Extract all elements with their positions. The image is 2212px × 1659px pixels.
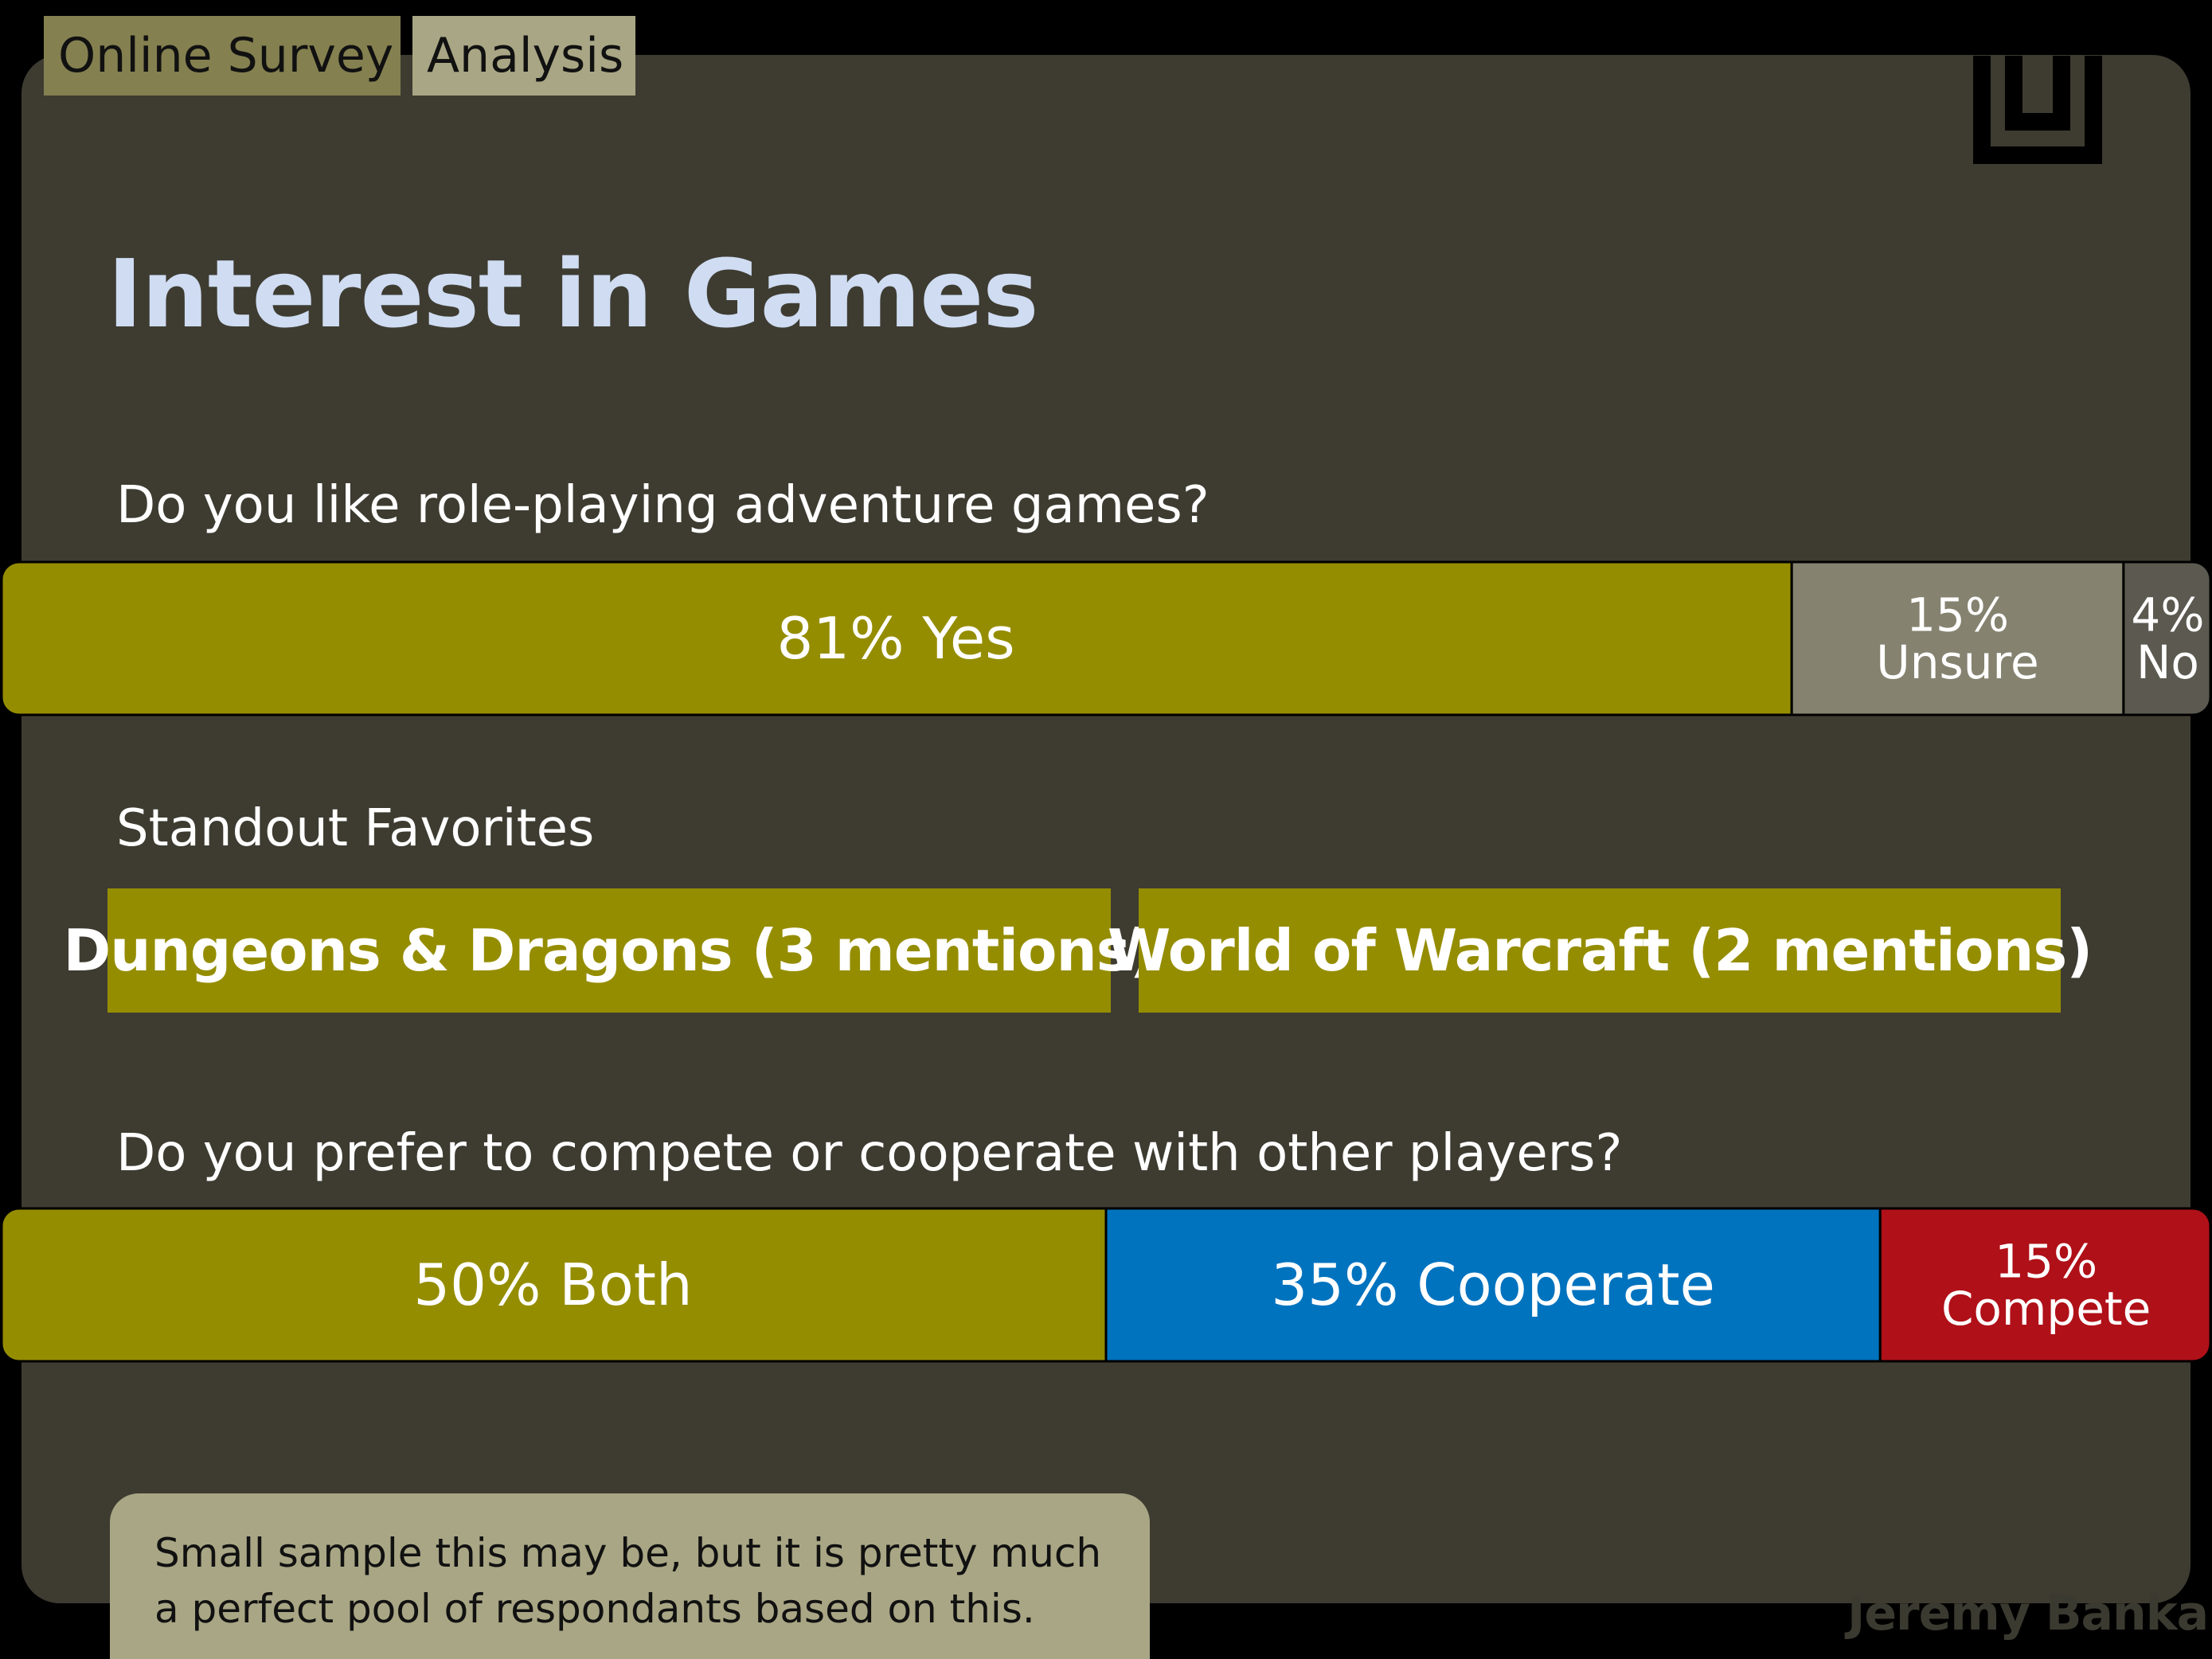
page-title: Interest in Games bbox=[107, 239, 1039, 349]
favorite-dungeons-dragons: Dungeons & Dragons (3 mentions) bbox=[64, 888, 1155, 1013]
tab-online-survey[interactable]: Online Survey bbox=[44, 16, 401, 96]
favorite-world-of-warcraft: World of Warcraft (2 mentions) bbox=[1108, 888, 2093, 1013]
logo-icon bbox=[1973, 56, 2102, 164]
bar1-label-no-1: No bbox=[2136, 635, 2199, 689]
bar1-label-no-0: 4% bbox=[2131, 588, 2204, 642]
bar1-label-yes-0: 81% Yes bbox=[777, 605, 1015, 672]
question-roleplaying: Do you like role-playing adventure games… bbox=[116, 476, 1210, 535]
bar2-label-compete-1: Compete bbox=[1941, 1282, 2151, 1336]
bar2-label-cooperate-0: 35% Cooperate bbox=[1271, 1251, 1715, 1318]
tab-analysis[interactable]: Analysis bbox=[412, 16, 635, 96]
bar1-label-unsure-1: Unsure bbox=[1876, 635, 2038, 689]
bar2-label-both-0: 50% Both bbox=[413, 1251, 692, 1318]
bar1-label-unsure-0: 15% bbox=[1906, 588, 2009, 642]
favorites-heading: Standout Favorites bbox=[116, 799, 595, 858]
question-compete-cooperate: Do you prefer to compete or cooperate wi… bbox=[116, 1124, 1623, 1183]
note-callout: Small sample this may be, but it is pret… bbox=[110, 1493, 1150, 1659]
author-credit: Jeremy Banka bbox=[1847, 1586, 2209, 1641]
chart-compete-cooperate: 50% Both 35% Cooperate 15%Compete bbox=[0, 1207, 2212, 1363]
chart-roleplaying-interest: 81% Yes 15%Unsure 4%No bbox=[0, 560, 2212, 716]
bar2-label-compete-0: 15% bbox=[1995, 1235, 2097, 1289]
